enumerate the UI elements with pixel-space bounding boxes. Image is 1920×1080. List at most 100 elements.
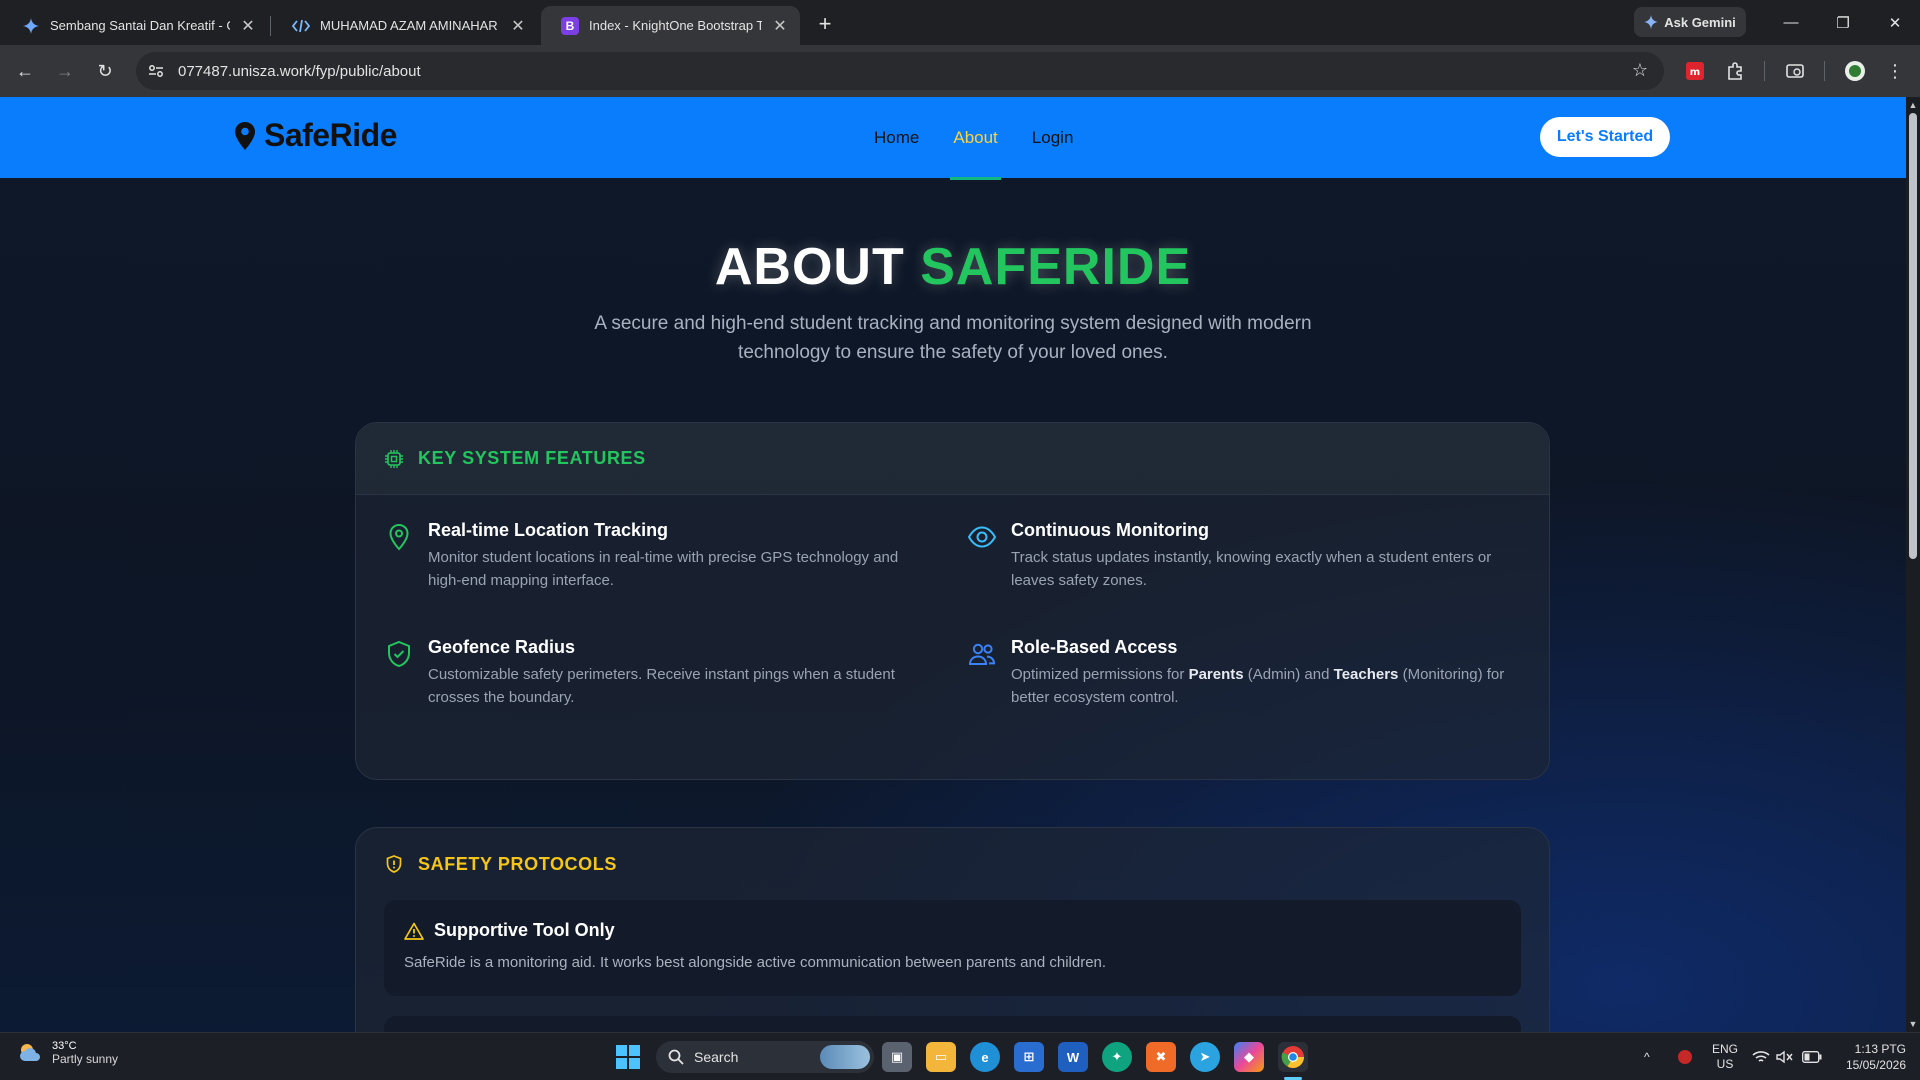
xampp-icon[interactable]: ✖	[1146, 1042, 1176, 1072]
copilot-icon[interactable]: ◆	[1234, 1042, 1264, 1072]
volume-muted-icon[interactable]	[1776, 1033, 1794, 1080]
forward-button[interactable]: →	[51, 57, 79, 85]
warning-triangle-icon	[404, 922, 424, 940]
protocol-item-partial	[384, 1016, 1521, 1032]
weather-desc: Partly sunny	[52, 1052, 119, 1066]
search-icon	[668, 1049, 684, 1065]
browser-toolbar: ← → ↻ 077487.unisza.work/fyp/public/abou…	[0, 45, 1920, 97]
reload-button[interactable]: ↻	[91, 57, 119, 85]
minimize-button[interactable]: —	[1766, 0, 1816, 45]
weather-temp: 33°C	[52, 1040, 77, 1052]
back-button[interactable]: ←	[11, 57, 39, 85]
ask-gemini-button[interactable]: Ask Gemini	[1634, 7, 1746, 37]
features-heading: KEY SYSTEM FEATURES	[418, 448, 646, 468]
restore-button[interactable]: ❐	[1818, 0, 1868, 45]
browser-tab-1[interactable]: Sembang Santai Dan Kreatif - Goo ✕	[2, 6, 268, 45]
tab-title: MUHAMAD AZAM AMINAHAR | e	[320, 18, 500, 33]
protocol-desc: SafeRide is a monitoring aid. It works b…	[404, 954, 1107, 971]
store-icon[interactable]: ⊞	[1014, 1042, 1044, 1072]
safety-card-header: SAFETY PROTOCOLS	[356, 828, 1549, 900]
windows-start-icon[interactable]	[616, 1045, 640, 1069]
features-card-header: KEY SYSTEM FEATURES	[356, 423, 1549, 495]
map-pin-icon	[389, 523, 409, 551]
browser-menu-icon[interactable]: ⋮	[1883, 59, 1907, 83]
bookmark-star-icon[interactable]: ☆	[1632, 60, 1648, 81]
profile-avatar[interactable]	[1843, 59, 1867, 83]
close-window-button[interactable]: ✕	[1870, 0, 1920, 45]
safety-card: SAFETY PROTOCOLS Supportive Tool Only Sa…	[355, 827, 1550, 1032]
word-icon[interactable]: W	[1058, 1042, 1088, 1072]
nav-home[interactable]: Home	[874, 97, 919, 178]
shield-check-icon	[388, 640, 410, 668]
tab-close-icon[interactable]: ✕	[770, 16, 790, 36]
ask-gemini-label: Ask Gemini	[1664, 14, 1736, 30]
feature-desc: Monitor student locations in real-time w…	[428, 549, 899, 589]
tab-search-icon[interactable]	[1783, 59, 1807, 83]
task-view-icon[interactable]: ▣	[882, 1042, 912, 1072]
cpu-chip-icon	[385, 449, 403, 468]
taskbar-search[interactable]: Search	[656, 1041, 874, 1073]
url-text: 077487.unisza.work/fyp/public/about	[178, 62, 421, 80]
chrome-icon[interactable]	[1278, 1042, 1308, 1072]
title-main: ABOUT	[714, 238, 921, 296]
lets-started-button[interactable]: Let's Started	[1540, 117, 1670, 157]
features-card: KEY SYSTEM FEATURES Real-time Location T…	[355, 422, 1550, 780]
telegram-icon[interactable]: ➤	[1190, 1042, 1220, 1072]
tab-separator	[270, 16, 271, 36]
edge-icon[interactable]: e	[970, 1042, 1000, 1072]
map-pin-logo-icon	[235, 121, 255, 150]
toolbar-divider	[1824, 61, 1825, 81]
scrollbar-thumb[interactable]	[1909, 113, 1917, 559]
feature-title: Role-Based Access	[1011, 637, 1178, 657]
scroll-down-icon[interactable]: ▼	[1908, 1019, 1918, 1029]
brand-name: SafeRide	[264, 117, 397, 153]
protocol-header: Supportive Tool Only	[404, 920, 615, 941]
title-accent: SAFERIDE	[920, 238, 1192, 296]
browser-tab-3[interactable]: B Index - KnightOne Bootstrap Temp ✕	[541, 6, 800, 45]
tab-close-icon[interactable]: ✕	[238, 16, 258, 36]
search-label: Search	[694, 1049, 739, 1065]
tab-close-icon[interactable]: ✕	[508, 16, 528, 36]
site-header: SafeRide Home About Login Let's Started	[0, 97, 1906, 180]
eye-icon	[967, 526, 997, 548]
new-tab-button[interactable]: +	[811, 10, 839, 38]
battery-icon[interactable]	[1802, 1033, 1822, 1080]
file-explorer-icon[interactable]: ▭	[926, 1042, 956, 1072]
page-scrollbar[interactable]: ▲ ▼	[1906, 97, 1920, 1032]
tab-title: Index - KnightOne Bootstrap Temp	[589, 18, 762, 33]
shield-alert-icon	[386, 855, 402, 873]
scroll-up-icon[interactable]: ▲	[1908, 100, 1918, 110]
feature-desc: Optimized permissions for Parents (Admin…	[1011, 666, 1505, 706]
nav-about[interactable]: About	[950, 97, 1002, 180]
wifi-icon[interactable]	[1752, 1033, 1770, 1080]
extension-red-icon[interactable]: m	[1683, 59, 1707, 83]
taskbar: 33°C Partly sunny Search ▣ ▭ e ⊞ W ✦ ✖ ➤…	[0, 1032, 1920, 1080]
protocol-title: Supportive Tool Only	[434, 920, 615, 940]
gemini-favicon-icon	[22, 17, 40, 35]
nav-login[interactable]: Login	[1032, 97, 1074, 178]
tray-app-icon[interactable]	[1676, 1033, 1694, 1080]
tray-overflow-icon[interactable]: ^	[1644, 1033, 1650, 1080]
bootstrap-favicon-icon: B	[561, 16, 579, 35]
page-title: ABOUT SAFERIDE	[0, 237, 1906, 297]
weather-widget[interactable]: 33°C Partly sunny	[16, 1039, 118, 1067]
feature-desc: Track status updates instantly, knowing …	[1011, 549, 1492, 589]
page-subtitle: A secure and high-end student tracking a…	[594, 313, 1312, 363]
feature-title: Geofence Radius	[428, 637, 576, 657]
site-info-icon[interactable]	[140, 57, 172, 85]
taskbar-clock[interactable]: 1:13 PTG 15/05/2026	[1826, 1041, 1906, 1073]
feature-title: Real-time Location Tracking	[428, 520, 669, 540]
partly-sunny-icon	[20, 1044, 40, 1061]
browser-tab-2[interactable]: MUHAMAD AZAM AMINAHAR | e ✕	[272, 6, 538, 45]
address-bar[interactable]: 077487.unisza.work/fyp/public/about ☆	[136, 52, 1664, 90]
code-favicon-icon	[292, 17, 310, 35]
feature-desc: Customizable safety perimeters. Receive …	[428, 666, 895, 706]
toolbar-divider	[1764, 61, 1765, 81]
language-indicator[interactable]: ENG US	[1712, 1033, 1738, 1080]
users-icon	[968, 643, 996, 665]
brand-logo[interactable]: SafeRide	[234, 117, 397, 154]
extensions-puzzle-icon[interactable]	[1723, 59, 1747, 83]
lang-region: US	[1716, 1057, 1734, 1071]
chatgpt-icon[interactable]: ✦	[1102, 1042, 1132, 1072]
clock-time: 1:13 PTG	[1854, 1042, 1906, 1056]
